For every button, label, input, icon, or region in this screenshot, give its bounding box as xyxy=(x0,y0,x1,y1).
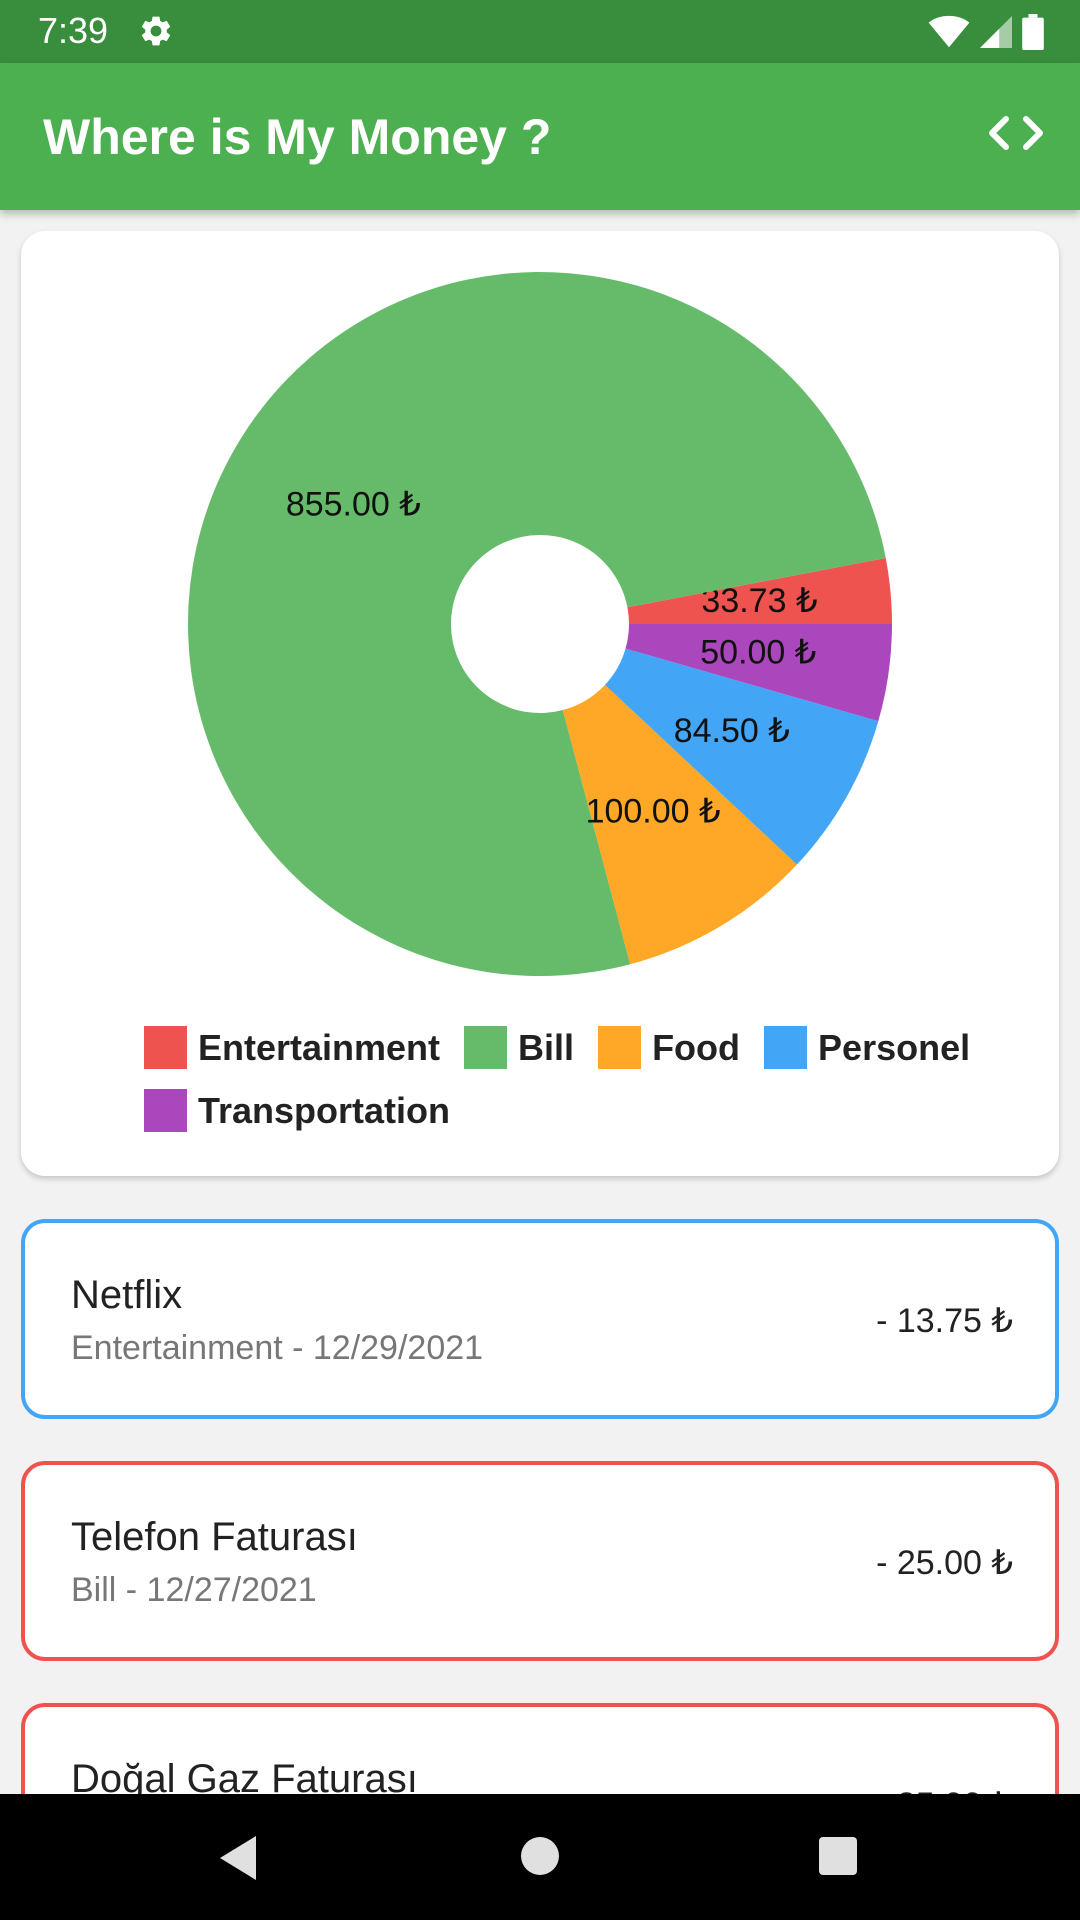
home-icon[interactable] xyxy=(520,1836,560,1876)
transaction-amount: - 25.00 ₺ xyxy=(876,1544,1013,1582)
transaction-subtitle: Bill - 12/27/2021 xyxy=(71,1571,317,1609)
signal-icon xyxy=(980,16,1012,48)
legend-label: Personel xyxy=(818,1026,971,1068)
legend-label: Transportation xyxy=(198,1089,451,1131)
code-icon[interactable] xyxy=(988,113,1044,153)
legend-item-food: Food xyxy=(598,1026,740,1069)
transaction-title: Telefon Faturası xyxy=(71,1515,358,1559)
legend-item-bill: Bill xyxy=(464,1026,574,1069)
app-title: Where is My Money ? xyxy=(43,109,552,165)
legend-swatch xyxy=(144,1089,187,1132)
legend-item-personel: Personel xyxy=(764,1026,970,1069)
system-nav-bar xyxy=(0,1794,1080,1920)
legend-item-entertainment: Entertainment xyxy=(144,1026,440,1069)
battery-icon xyxy=(1022,14,1044,50)
transaction-subtitle: Entertainment - 12/29/2021 xyxy=(71,1329,484,1367)
app-bar: Where is My Money ? xyxy=(0,63,1080,210)
pie-label-personel: 84.50 ₺ xyxy=(674,712,790,750)
recents-icon[interactable] xyxy=(818,1836,858,1876)
chart-legend: Entertainment Bill Food Personel Transportat… xyxy=(144,1026,994,1132)
legend-label: Bill xyxy=(518,1026,575,1068)
pie-label-bill: 855.00 ₺ xyxy=(286,486,421,524)
expense-chart-card: 33.73 ₺ 855.00 ₺ 100.00 ₺ 84.50 ₺ 50.00 ₺ En… xyxy=(21,231,1059,1176)
gear-icon xyxy=(141,16,171,46)
back-icon[interactable] xyxy=(216,1834,260,1882)
pie-label-food: 100.00 ₺ xyxy=(586,792,721,830)
transaction-card[interactable]: Telefon Faturası Bill - 12/27/2021 - 25.… xyxy=(21,1461,1059,1661)
legend-label: Food xyxy=(652,1026,741,1068)
expense-pie-chart: 33.73 ₺855.00 ₺100.00 ₺84.50 ₺50.00 ₺ xyxy=(187,272,892,976)
transaction-title: Netflix xyxy=(71,1273,183,1317)
transaction-card[interactable]: Netflix Entertainment - 12/29/2021 - 13.… xyxy=(21,1219,1059,1419)
legend-item-transportation: Transportation xyxy=(144,1089,450,1132)
pie-label-transportation: 50.00 ₺ xyxy=(700,634,816,672)
legend-swatch xyxy=(598,1026,642,1069)
wifi-icon xyxy=(928,15,970,48)
status-time: 7:39 xyxy=(38,10,109,51)
legend-label: Entertainment xyxy=(198,1026,441,1068)
status-icons xyxy=(928,12,1044,52)
legend-swatch xyxy=(144,1026,187,1069)
status-bar: 7:39 xyxy=(0,0,1080,63)
legend-swatch xyxy=(464,1026,508,1069)
transaction-amount: - 13.75 ₺ xyxy=(876,1302,1013,1340)
legend-swatch xyxy=(764,1026,808,1069)
